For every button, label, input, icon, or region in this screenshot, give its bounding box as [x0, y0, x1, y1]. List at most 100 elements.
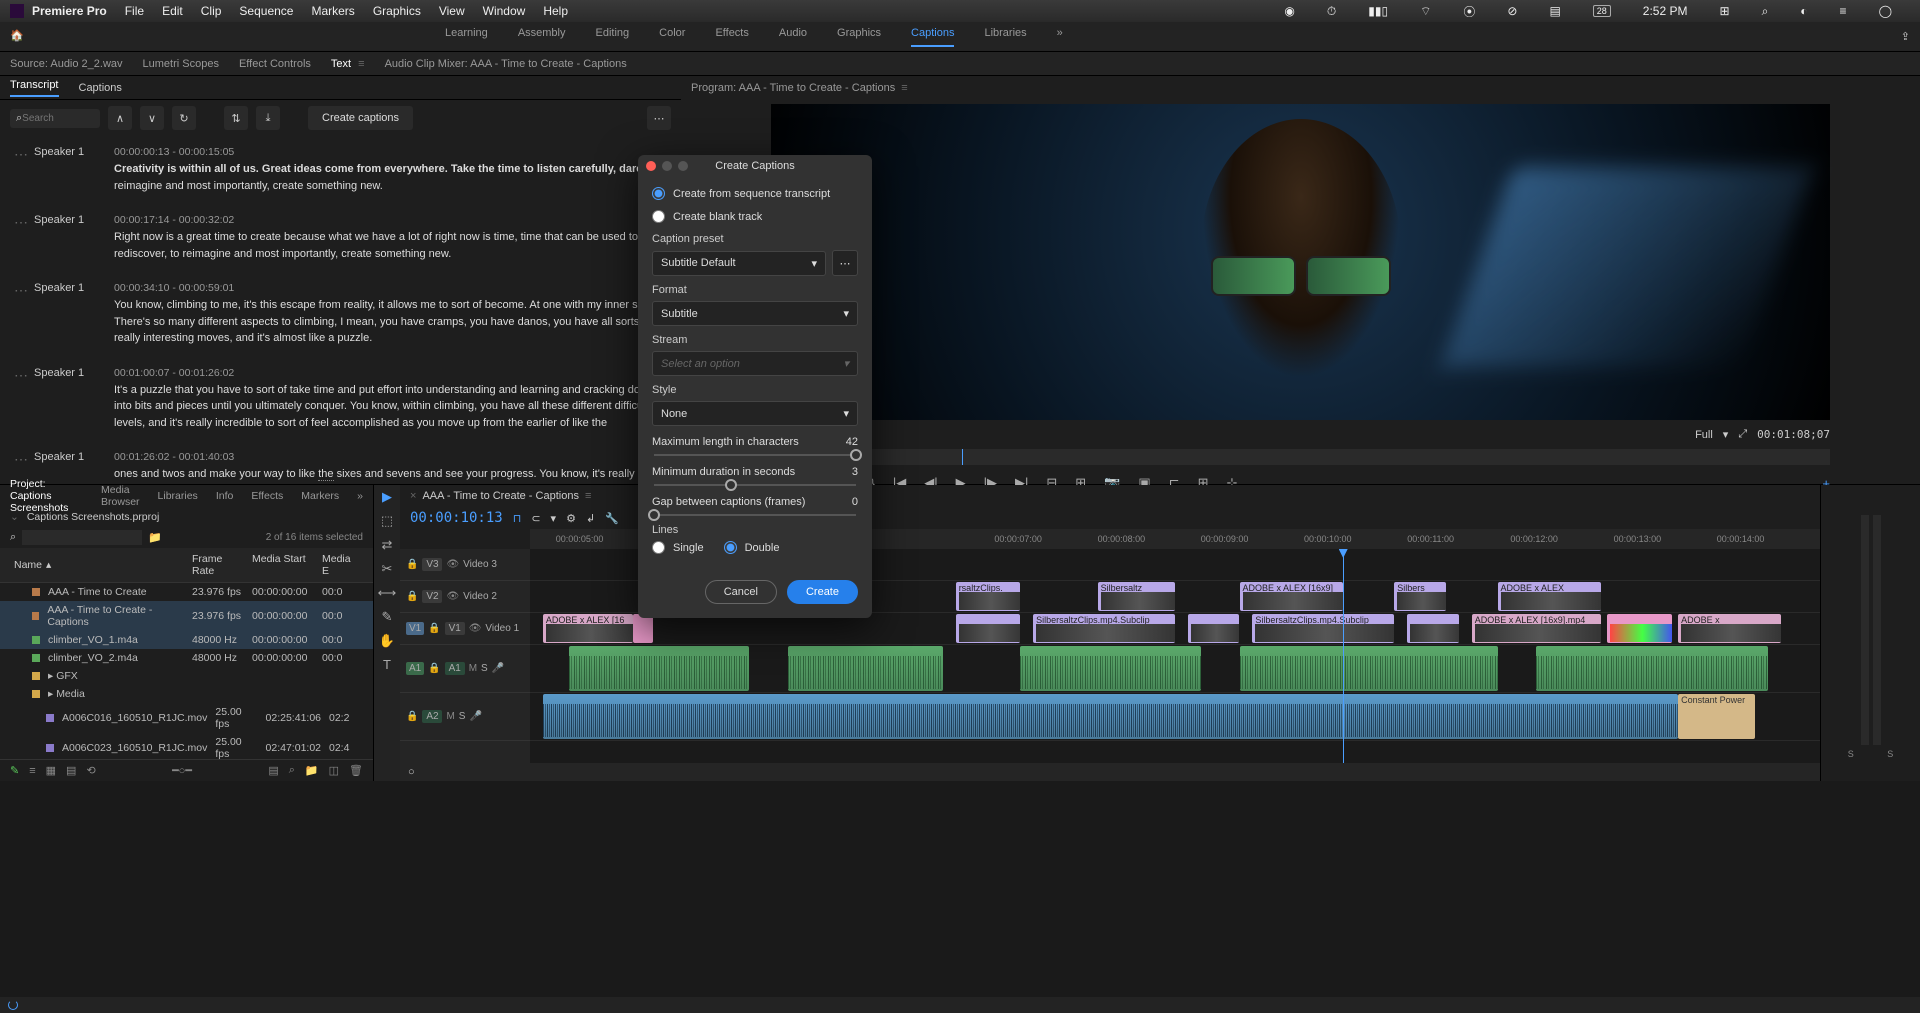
timeline-clip[interactable]: ADOBE x ALEX [16x9]: [1240, 582, 1343, 611]
chevron-right-icon[interactable]: ×: [410, 490, 416, 502]
timeline-clip[interactable]: rsaltzClips.: [956, 582, 1021, 611]
table-row[interactable]: climber_VO_2.m4a48000 Hz00:00:00:0000:0: [0, 649, 373, 667]
create-button[interactable]: Create: [787, 580, 858, 604]
timeline-clip[interactable]: ADOBE x ALEX: [1498, 582, 1601, 611]
hand-tool[interactable]: ✋: [379, 633, 395, 649]
workspace-audio[interactable]: Audio: [779, 27, 807, 47]
subtab-captions[interactable]: Captions: [79, 82, 122, 94]
row-handle-icon[interactable]: ⋯: [14, 282, 34, 347]
menubar-time[interactable]: 2:52 PM: [1643, 4, 1688, 18]
lock-icon[interactable]: 🔒: [406, 711, 418, 722]
timeline-audio-clip[interactable]: [543, 694, 1678, 739]
menubar-date[interactable]: 28: [1593, 5, 1611, 17]
siri-icon[interactable]: ◐: [1800, 4, 1807, 18]
timeline-clip[interactable]: ADOBE x: [1678, 614, 1781, 643]
tab-libraries[interactable]: Libraries: [158, 490, 198, 502]
eye-icon[interactable]: 👁: [446, 559, 459, 570]
transcript-row[interactable]: ⋯ Speaker 1 00:00:00:13 - 00:00:15:05 Cr…: [14, 146, 667, 194]
bluetooth-icon[interactable]: ⦿: [1463, 3, 1475, 20]
workspace-overflow-icon[interactable]: »: [1057, 27, 1063, 47]
new-item-button[interactable]: ◫: [329, 764, 339, 777]
track-header-a1[interactable]: A1 🔒 A1 M S 🎤: [400, 645, 530, 693]
transcript-text[interactable]: Right now is a great time to create beca…: [114, 229, 667, 262]
row-handle-icon[interactable]: ⋯: [14, 146, 34, 194]
insert-icon[interactable]: ↲: [586, 512, 595, 525]
preset-options-button[interactable]: ⋯: [832, 250, 858, 276]
workspace-effects[interactable]: Effects: [715, 27, 748, 47]
maximize-icon[interactable]: [678, 161, 688, 171]
search-input[interactable]: [22, 113, 82, 124]
resolution-dropdown-icon[interactable]: ▾: [1723, 428, 1729, 441]
voice-over-button[interactable]: 🎤: [469, 711, 481, 722]
sequence-title[interactable]: AAA - Time to Create - Captions: [422, 490, 579, 502]
prev-match-button[interactable]: ∧: [108, 106, 132, 130]
razor-tool[interactable]: ✂: [382, 561, 393, 577]
col-media-start[interactable]: Media Start: [248, 551, 318, 579]
subtab-transcript[interactable]: Transcript: [10, 79, 59, 97]
cancel-button[interactable]: Cancel: [705, 580, 777, 604]
menu-help[interactable]: Help: [543, 4, 568, 18]
program-resolution[interactable]: Full: [1695, 429, 1713, 441]
table-row[interactable]: ▸ GFX: [0, 667, 373, 685]
tab-effect-controls[interactable]: Effect Controls: [239, 58, 311, 70]
search-icon[interactable]: ⌕: [1762, 4, 1769, 19]
menu-file[interactable]: File: [125, 4, 144, 18]
solo-label[interactable]: S: [1848, 749, 1854, 759]
battery-icon[interactable]: ▮▮▯: [1368, 4, 1388, 18]
slider-handle[interactable]: [850, 449, 862, 461]
control-center-icon[interactable]: ⊞: [1720, 4, 1730, 18]
mute-button[interactable]: M: [469, 663, 477, 674]
timeline-clip[interactable]: ADOBE x ALEX [16x9].mp4: [1472, 614, 1601, 643]
solo-label[interactable]: S: [1887, 749, 1893, 759]
radio-blank-track[interactable]: Create blank track: [652, 210, 858, 223]
wifi-icon[interactable]: ⌔: [1420, 4, 1431, 19]
tab-overflow-icon[interactable]: »: [357, 490, 363, 502]
table-row[interactable]: A006C023_160510_R1JC.mov25.00 fps02:47:0…: [0, 733, 373, 759]
timeline-clip[interactable]: [633, 614, 652, 643]
refresh-button[interactable]: ↻: [172, 106, 196, 130]
preset-select[interactable]: Subtitle Default▾: [652, 251, 826, 276]
col-name[interactable]: Name ▴: [10, 551, 188, 579]
menu-view[interactable]: View: [439, 4, 465, 18]
timeline-clip[interactable]: [1188, 614, 1240, 643]
timeline-transition[interactable]: Constant Power: [1678, 694, 1755, 739]
source-patch[interactable]: V1: [406, 622, 424, 635]
row-handle-icon[interactable]: ⋯: [14, 214, 34, 262]
next-match-button[interactable]: ∨: [140, 106, 164, 130]
share-icon[interactable]: ⇪: [1901, 30, 1910, 43]
transcript-text[interactable]: Creativity is within all of us. Great id…: [114, 161, 667, 194]
slider-handle[interactable]: [648, 509, 660, 521]
pen-tool[interactable]: ✎: [382, 609, 393, 625]
col-media-end[interactable]: Media E: [318, 551, 363, 579]
tab-source[interactable]: Source: Audio 2_2.wav: [10, 58, 123, 70]
snap-icon[interactable]: ⊓: [513, 512, 522, 525]
style-select[interactable]: None▾: [652, 401, 858, 426]
radio-single[interactable]: Single: [652, 541, 704, 554]
workspace-graphics[interactable]: Graphics: [837, 27, 881, 47]
track-header-v2[interactable]: 🔒 V2 👁 Video 2: [400, 581, 530, 613]
insert-button[interactable]: ⇅: [224, 106, 248, 130]
replace-button[interactable]: ⤓: [256, 106, 280, 130]
stream-select[interactable]: Select an option▾: [652, 351, 858, 376]
maxlen-slider[interactable]: [654, 454, 856, 456]
table-row[interactable]: ▸ Media: [0, 685, 373, 703]
mute-button[interactable]: M: [446, 711, 454, 722]
zoom-out-icon[interactable]: ○: [400, 766, 423, 778]
write-pen-icon[interactable]: ✎: [10, 764, 19, 777]
close-icon[interactable]: [646, 161, 656, 171]
sort-icon[interactable]: ⟲: [86, 764, 95, 777]
workspace-libraries[interactable]: Libraries: [984, 27, 1026, 47]
marker-icon[interactable]: ▾: [551, 512, 557, 525]
transcript-text[interactable]: It's a puzzle that you have to sort of t…: [114, 382, 667, 432]
icon-view-button[interactable]: ▦: [46, 764, 56, 777]
lock-icon[interactable]: 🔒: [406, 591, 418, 602]
delete-button[interactable]: 🗑: [349, 764, 363, 777]
linked-selection-icon[interactable]: ⊂: [531, 512, 540, 525]
track-label[interactable]: A2: [422, 710, 442, 723]
menu-sequence[interactable]: Sequence: [239, 4, 293, 18]
row-handle-icon[interactable]: ⋯: [14, 367, 34, 432]
cc-sync-icon[interactable]: ◉: [1284, 4, 1294, 18]
create-captions-button[interactable]: Create captions: [308, 106, 413, 130]
fit-zoom-icon[interactable]: ⤢: [1738, 428, 1747, 441]
gap-slider[interactable]: [654, 514, 856, 516]
